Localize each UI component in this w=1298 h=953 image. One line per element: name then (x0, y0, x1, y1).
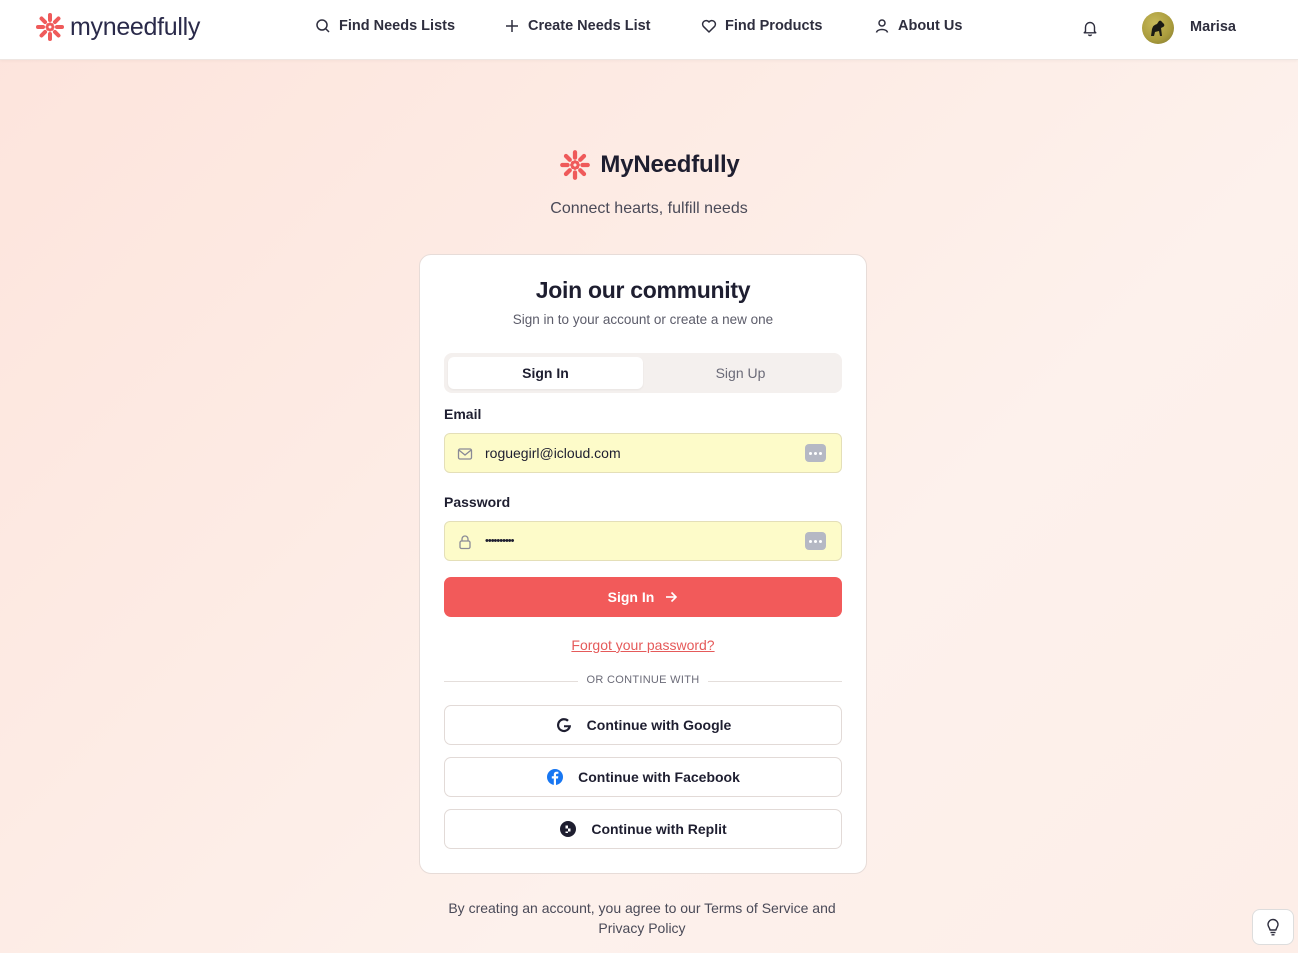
search-icon (316, 19, 330, 33)
replit-button-label: Continue with Replit (591, 821, 727, 837)
bell-icon[interactable] (1081, 19, 1099, 37)
nav-about-us[interactable]: About Us (874, 18, 962, 34)
email-label: Email (444, 406, 482, 422)
terms-of-service-link[interactable]: Terms of Service (704, 900, 808, 916)
facebook-icon (547, 769, 564, 785)
logo-mark-icon (560, 150, 591, 180)
password-manager-icon[interactable] (805, 444, 826, 462)
google-icon (556, 718, 571, 733)
password-label: Password (444, 494, 511, 510)
dog-photo-icon (1151, 20, 1165, 36)
replit-icon (560, 821, 577, 837)
tab-sign-up[interactable]: Sign Up (643, 357, 838, 389)
tips-button[interactable] (1252, 909, 1294, 945)
nav-find-products[interactable]: Find Products (701, 18, 822, 34)
brand-title: MyNeedfully (600, 151, 740, 178)
nav-create-needs-list[interactable]: Create Needs List (504, 18, 651, 34)
facebook-signin-button[interactable]: Continue with Facebook (444, 757, 842, 797)
card-title: Join our community (535, 277, 751, 303)
sign-in-button-label: Sign In (607, 589, 655, 605)
arrow-right-icon (666, 591, 678, 603)
user-avatar[interactable] (1142, 12, 1174, 44)
nav-label: Find Products (725, 18, 823, 34)
logo-text: myneedfully (70, 12, 201, 41)
auth-tabs: Sign In Sign Up (444, 353, 842, 393)
or-divider: OR CONTINUE WITH (444, 673, 842, 689)
terms-prefix: By creating an account, you agree to our (448, 900, 705, 916)
user-icon (875, 19, 889, 33)
nav-label: About Us (898, 18, 963, 34)
terms-and: and (808, 900, 836, 916)
auth-card: Join our community Sign in to your accou… (419, 254, 867, 874)
forgot-password-link[interactable]: Forgot your password? (420, 637, 866, 653)
mail-icon (457, 448, 473, 460)
tab-sign-in[interactable]: Sign In (448, 357, 643, 389)
facebook-button-label: Continue with Facebook (578, 769, 740, 785)
replit-signin-button[interactable]: Continue with Replit (444, 809, 842, 849)
card-subtitle: Sign in to your account or create a new … (512, 312, 774, 327)
site-logo[interactable]: myneedfully (34, 11, 200, 43)
top-navbar: myneedfully Find Needs Lists Create Need… (0, 0, 1298, 60)
password-input[interactable] (485, 522, 795, 560)
google-button-label: Continue with Google (586, 717, 732, 733)
heart-icon (701, 19, 717, 33)
brand-heading: MyNeedfully (0, 148, 1298, 182)
email-field-wrapper (444, 433, 842, 473)
password-manager-icon[interactable] (805, 532, 826, 550)
user-name[interactable]: Marisa (1190, 19, 1236, 35)
logo-mark-icon (36, 13, 64, 41)
google-signin-button[interactable]: Continue with Google (444, 705, 842, 745)
plus-icon (506, 20, 518, 32)
password-field-wrapper (444, 521, 842, 561)
sign-in-button[interactable]: Sign In (444, 577, 842, 617)
privacy-policy-link[interactable]: Privacy Policy (598, 920, 685, 936)
lightbulb-icon (1267, 918, 1279, 936)
lock-icon (459, 535, 471, 550)
nav-find-needs-lists[interactable]: Find Needs Lists (315, 18, 455, 34)
divider-label: OR CONTINUE WITH (586, 674, 700, 686)
brand-tagline: Connect hearts, fulfill needs (550, 200, 748, 217)
nav-label: Create Needs List (528, 18, 651, 34)
email-input[interactable] (485, 434, 795, 472)
nav-label: Find Needs Lists (339, 18, 456, 34)
terms-notice: By creating an account, you agree to our… (430, 898, 854, 938)
